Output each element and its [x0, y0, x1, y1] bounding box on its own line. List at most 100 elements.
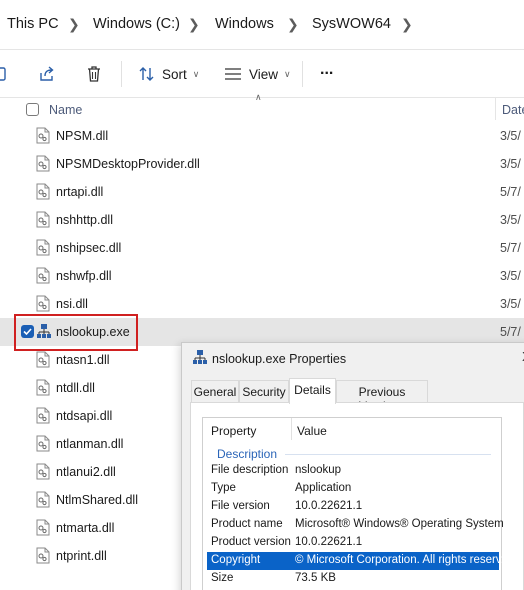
file-name: NPSMDesktopProvider.dll [56, 157, 200, 171]
dll-file-icon [36, 519, 50, 536]
dll-file-icon [36, 267, 50, 284]
dll-file-icon [36, 435, 50, 452]
property-value: Microsoft® Windows® Operating System [295, 518, 504, 530]
column-divider[interactable] [495, 98, 496, 120]
sort-button[interactable]: Sort ∨ [138, 62, 199, 86]
dll-file-icon [36, 183, 50, 200]
file-name: nshhttp.dll [56, 213, 113, 227]
file-name: nshwfp.dll [56, 269, 112, 283]
view-label: View [249, 66, 279, 82]
file-name: ntprint.dll [56, 549, 107, 563]
file-name: ntdsapi.dll [56, 409, 113, 423]
property-key: File version [211, 500, 270, 512]
details-list[interactable]: Property Value Description File descript… [202, 417, 510, 590]
file-date: 5/7/ [500, 185, 521, 199]
chevron-right-icon[interactable]: ❯ [188, 16, 200, 33]
file-row[interactable]: NPSM.dll 3/5/ [0, 122, 524, 150]
dialog-title: nslookup.exe Properties [212, 352, 347, 366]
file-name: NtlmShared.dll [56, 493, 138, 507]
command-bar: Sort ∨ View ∨ ... [0, 50, 524, 98]
value-column-header[interactable]: Value [297, 424, 327, 438]
property-row[interactable]: Product version 10.0.22621.1 [207, 534, 499, 552]
group-divider [285, 454, 491, 455]
tab-details[interactable]: Details [289, 378, 336, 404]
dll-file-icon [36, 407, 50, 424]
dll-file-icon [36, 379, 50, 396]
property-row[interactable]: Size 73.5 KB [207, 570, 499, 588]
dll-file-icon [36, 239, 50, 256]
file-name: nsi.dll [56, 297, 88, 311]
file-date: 3/5/ [500, 269, 521, 283]
highlight-annotation [14, 314, 138, 351]
tab-previous-versions[interactable]: Previous Versions [336, 380, 428, 413]
property-value: Application [295, 482, 352, 494]
file-row[interactable]: nshhttp.dll 3/5/ [0, 206, 524, 234]
share-icon[interactable] [38, 62, 56, 86]
dll-file-icon [36, 211, 50, 228]
dll-file-icon [36, 351, 50, 368]
property-key: Product name [211, 518, 283, 530]
network-exe-icon [192, 349, 208, 365]
property-row[interactable]: Product name Microsoft® Windows® Operatin… [207, 516, 504, 534]
dll-file-icon [36, 295, 50, 312]
property-value: 73.5 KB [295, 572, 336, 584]
breadcrumb-windows[interactable]: Windows [215, 16, 274, 32]
chevron-right-icon[interactable]: ❯ [68, 16, 80, 33]
file-row[interactable]: nshwfp.dll 3/5/ [0, 262, 524, 290]
file-name: NPSM.dll [56, 129, 109, 143]
view-icon [224, 67, 242, 81]
file-row[interactable]: NPSMDesktopProvider.dll 3/5/ [0, 150, 524, 178]
address-bar: This PC ❯ Windows (C:) ❯ Windows ❯ SysWO… [0, 0, 524, 50]
file-date: 3/5/ [500, 157, 521, 171]
property-column-header[interactable]: Property [211, 424, 256, 438]
view-button[interactable]: View ∨ [224, 62, 291, 86]
tab-general[interactable]: General [191, 380, 239, 402]
property-key: File description [211, 464, 289, 476]
file-date: 3/5/ [500, 129, 521, 143]
delete-icon[interactable] [86, 62, 102, 86]
dll-file-icon [36, 547, 50, 564]
property-row[interactable]: Type Application [207, 480, 499, 498]
file-name: ntmarta.dll [56, 521, 115, 535]
toolbar-divider [302, 61, 303, 87]
chevron-right-icon[interactable]: ❯ [401, 16, 413, 33]
dll-file-icon [36, 127, 50, 144]
breadcrumb-this-pc[interactable]: This PC [7, 16, 59, 32]
file-name: nrtapi.dll [56, 185, 104, 199]
column-name-header[interactable]: Name [49, 103, 82, 117]
file-name: ntasn1.dll [56, 353, 110, 367]
property-key: Type [211, 482, 236, 494]
breadcrumb-windows-c[interactable]: Windows (C:) [93, 16, 180, 32]
rename-icon[interactable] [0, 62, 8, 86]
file-date: 5/7/ [500, 241, 521, 255]
file-name: ntlanui2.dll [56, 465, 116, 479]
column-divider[interactable] [291, 418, 292, 440]
file-date: 3/5/ [500, 297, 521, 311]
chevron-right-icon[interactable]: ❯ [287, 16, 299, 33]
property-row[interactable]: File version 10.0.22621.1 [207, 498, 499, 516]
properties-dialog: nslookup.exe Properties X General Securi… [181, 342, 524, 590]
dll-file-icon [36, 491, 50, 508]
column-date-header[interactable]: Date [502, 103, 524, 117]
tab-security[interactable]: Security [239, 380, 289, 402]
file-name: ntlanman.dll [56, 437, 124, 451]
details-list-header: Property Value [203, 418, 501, 440]
property-value: 10.0.22621.1 [295, 500, 363, 512]
property-row[interactable]: File description nslookup [207, 462, 499, 480]
breadcrumb-syswow64[interactable]: SysWOW64 [312, 16, 391, 32]
file-date: 5/7/ [500, 325, 521, 339]
sort-ascending-icon: ∧ [255, 92, 262, 102]
property-value: 10.0.22621.1 [295, 536, 363, 548]
column-header: ∧ Name Date [0, 92, 524, 122]
toolbar-divider [121, 61, 122, 87]
select-all-checkbox[interactable] [26, 103, 39, 116]
more-options-button[interactable]: ... [320, 58, 333, 82]
dll-file-icon [36, 463, 50, 480]
file-row[interactable]: nrtapi.dll 5/7/ [0, 178, 524, 206]
property-row[interactable]: Copyright © Microsoft Corporation. All ri… [207, 552, 510, 570]
property-key: Product version [211, 536, 291, 548]
description-group-label: Description [217, 447, 278, 461]
file-row[interactable]: nshipsec.dll 5/7/ [0, 234, 524, 262]
property-key: Size [211, 572, 234, 584]
file-name: ntdll.dll [56, 381, 95, 395]
